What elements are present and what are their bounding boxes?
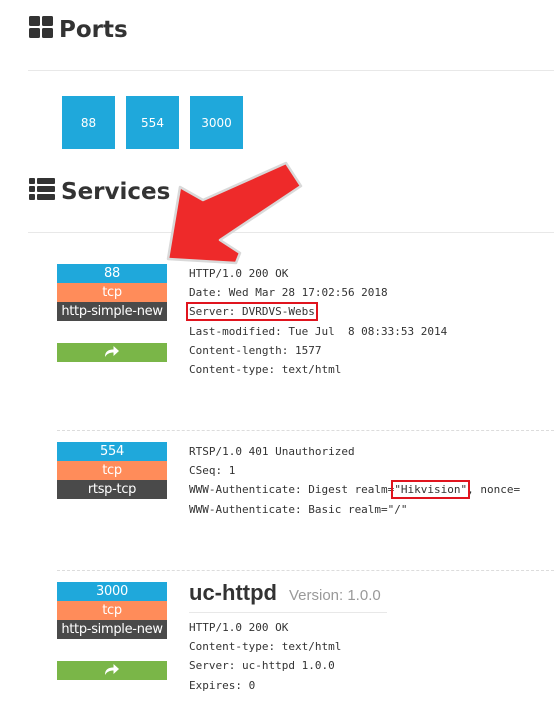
service-labels: 88 tcp http-simple-new [57,264,167,321]
service-protocol: tcp [57,461,167,480]
service-port: 3000 [57,582,167,601]
banner-text: , nonce= [467,483,521,497]
product-header: uc-httpd Version: 1.0.0 [189,580,381,606]
banner-line: Last-modified: Tue Jul 8 08:33:53 2014 [189,324,448,338]
service-divider [57,570,554,571]
product-divider [189,612,387,613]
service-labels: 554 tcp rtsp-tcp [57,442,167,499]
product-name: uc-httpd [189,580,277,605]
service-port: 88 [57,264,167,283]
annotation-arrow-shape [166,161,303,265]
banner-line: Content-length: 1577 [189,343,322,357]
banner-line: CSeq: 1 [189,464,236,478]
th-list-icon [29,178,55,206]
banner-line: Server: uc-httpd 1.0.0 [189,659,335,673]
port-tile-554[interactable]: 554 [126,96,179,149]
banner-text: WWW-Authenticate: Digest realm= [189,483,395,497]
share-arrow-icon [105,344,119,362]
banner-line: Content-type: text/html [189,640,342,654]
banner-line: Date: Wed Mar 28 17:02:56 2018 [189,286,388,300]
open-service-button[interactable] [57,343,167,362]
service-protocol: tcp [57,601,167,620]
service-name: http-simple-new [57,302,167,321]
banner-line: HTTP/1.0 200 OK [189,267,289,280]
service-banner: RTSP/1.0 401 Unauthorized CSeq: 1 WWW-Auth… [189,442,520,519]
open-service-button[interactable] [57,661,167,680]
banner-line: WWW-Authenticate: Basic realm="/" [189,502,408,516]
product-version: Version: 1.0.0 [288,587,381,604]
service-protocol: tcp [57,283,167,302]
service-divider [57,430,554,431]
service-banner: HTTP/1.0 200 OK Date: Wed Mar 28 17:02:56… [186,264,448,379]
ports-heading: Ports [29,16,128,44]
service-name: rtsp-tcp [57,480,167,499]
ports-divider [28,70,554,71]
services-divider [28,232,554,233]
port-tile-88[interactable]: 88 [62,96,115,149]
banner-line: RTSP/1.0 401 Unauthorized [189,445,355,458]
highlighted-realm: "Hikvision" [391,480,471,500]
ports-heading-text: Ports [59,17,128,43]
banner-line: Expires: 0 [189,678,256,692]
banner-line: WWW-Authenticate: Digest realm="Hikvisio… [189,480,521,500]
service-labels: 3000 tcp http-simple-new [57,582,167,639]
service-port: 554 [57,442,167,461]
port-tile-3000[interactable]: 3000 [190,96,243,149]
port-list: 88 554 3000 [62,96,243,149]
services-heading: Services [29,178,170,206]
service-banner: HTTP/1.0 200 OK Content-type: text/html Se… [189,618,341,695]
services-heading-text: Services [61,179,171,205]
share-arrow-icon [105,662,119,680]
service-name: http-simple-new [57,620,167,639]
banner-line: Content-type: text/html [189,363,342,377]
banner-line: HTTP/1.0 200 OK [189,621,289,634]
highlighted-server-header: Server: DVRDVS-Webs [186,302,318,322]
th-large-icon [29,16,53,44]
